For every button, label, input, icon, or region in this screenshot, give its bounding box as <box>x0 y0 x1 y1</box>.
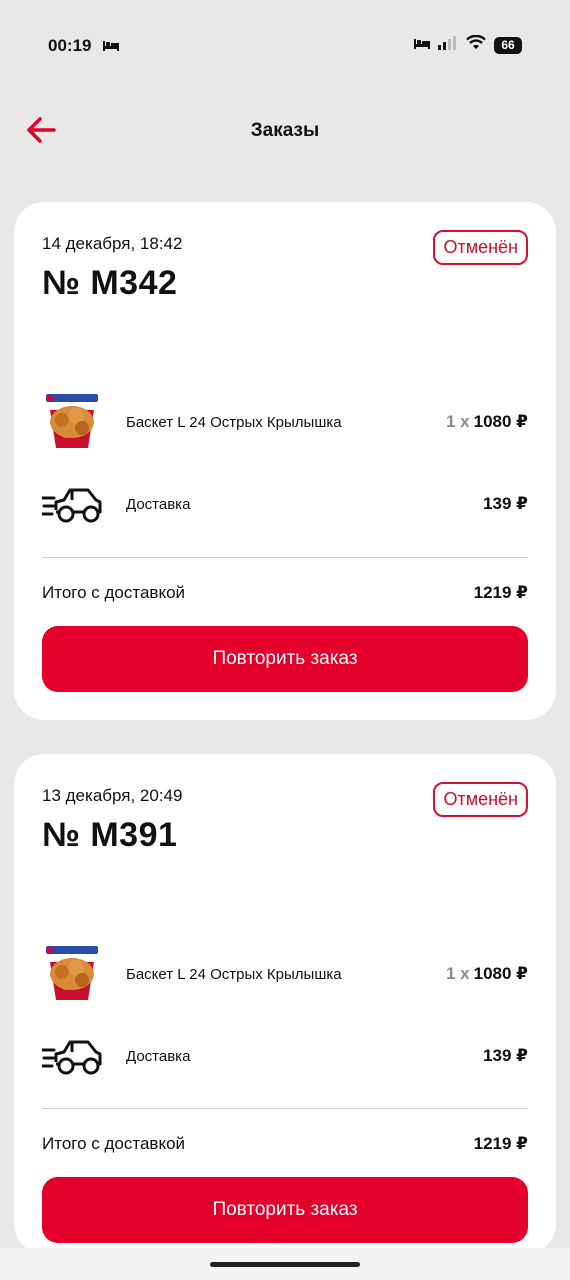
delivery-price: 139 ₽ <box>483 494 528 513</box>
divider <box>42 1108 528 1109</box>
order-item-row: Баскет L 24 Острых Крылышка 1 x 1080 ₽ <box>42 392 528 452</box>
status-badge: Отменён <box>433 782 528 817</box>
item-name: Баскет L 24 Острых Крылышка <box>126 965 342 983</box>
page-title: Заказы <box>250 120 320 141</box>
item-quantity: 1 x <box>445 964 470 983</box>
status-bar: 00:19 66 <box>0 0 570 90</box>
item-price-value: 1080 ₽ <box>473 412 528 431</box>
battery-icon: 66 <box>494 36 522 54</box>
status-badge: Отменён <box>433 230 528 265</box>
order-date: 13 декабря, 20:49 <box>42 786 183 805</box>
total-value: 1219 ₽ <box>473 583 528 602</box>
wifi-icon <box>466 34 486 55</box>
delivery-price: 139 ₽ <box>483 1046 528 1065</box>
delivery-label: Доставка <box>126 495 191 513</box>
delivery-car-icon <box>40 474 102 534</box>
home-indicator[interactable] <box>210 1262 360 1267</box>
divider <box>42 557 528 558</box>
item-price: 1 x 1080 ₽ <box>446 412 528 432</box>
total-label: Итого с доставкой <box>42 583 186 602</box>
delivery-label: Доставка <box>126 1047 191 1065</box>
item-quantity: 1 x <box>445 412 470 431</box>
item-name: Баскет L 24 Острых Крылышка <box>126 413 342 431</box>
status-time: 00:19 <box>48 36 92 55</box>
total-value: 1219 ₽ <box>473 1134 528 1153</box>
item-price: 1 x 1080 ₽ <box>446 964 528 984</box>
order-item-row: Баскет L 24 Острых Крылышка 1 x 1080 ₽ <box>42 944 528 1004</box>
order-number: № M342 <box>42 264 178 302</box>
bucket-product-image <box>42 944 102 1004</box>
order-number: № M391 <box>42 816 178 854</box>
bed-icon <box>414 36 430 54</box>
order-card: 14 декабря, 18:42 № M342 Отменён Баскет … <box>14 202 556 720</box>
order-card: 13 декабря, 20:49 № M391 Отменён Баскет … <box>14 754 556 1254</box>
delivery-row: Доставка 139 ₽ <box>40 474 528 534</box>
delivery-car-icon <box>40 1026 102 1086</box>
repeat-order-button[interactable]: Повторить заказ <box>42 626 528 692</box>
item-price-value: 1080 ₽ <box>473 964 528 983</box>
header: Заказы <box>0 100 570 160</box>
signal-icon <box>438 35 458 55</box>
delivery-row: Доставка 139 ₽ <box>40 1026 528 1086</box>
bed-icon <box>103 38 119 56</box>
order-date: 14 декабря, 18:42 <box>42 234 183 253</box>
bucket-product-image <box>42 392 102 452</box>
total-label: Итого с доставкой <box>42 1134 186 1153</box>
repeat-order-button[interactable]: Повторить заказ <box>42 1177 528 1243</box>
